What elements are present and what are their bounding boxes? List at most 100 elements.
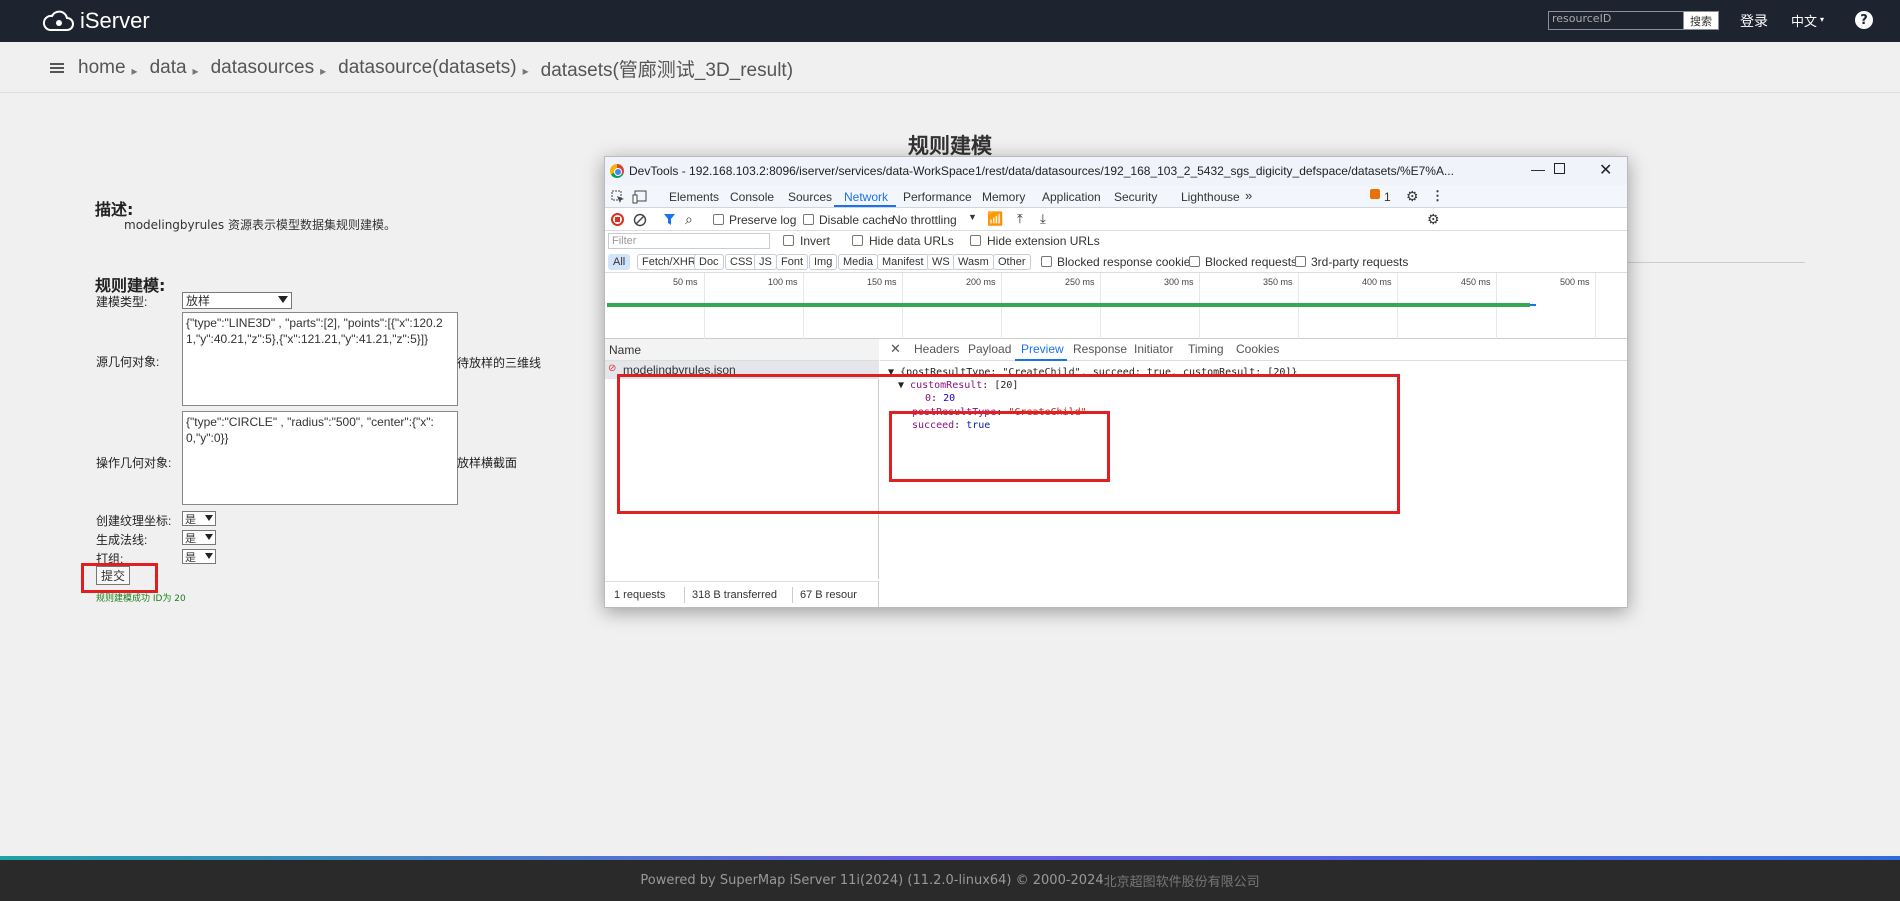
import-har-icon[interactable]: ⤒	[1017, 211, 1023, 227]
type-img[interactable]: Img	[809, 254, 838, 270]
dropdown-arrow-icon	[205, 534, 213, 540]
tab-application[interactable]: Application	[1042, 190, 1101, 204]
timeline-tick-label: 450 ms	[1461, 277, 1491, 287]
more-tabs-icon[interactable]: »	[1245, 188, 1252, 203]
filter-input[interactable]: Filter	[608, 233, 770, 249]
detail-tab-preview[interactable]: Preview	[1021, 342, 1064, 356]
type-media[interactable]: Media	[838, 254, 878, 270]
generate-normal-label: 生成法线:	[96, 533, 148, 547]
footer-company: 北京超图软件股份有限公司	[1103, 875, 1260, 890]
type-doc[interactable]: Doc	[694, 254, 724, 270]
third-party-checkbox[interactable]	[1295, 256, 1306, 267]
filter-funnel-icon[interactable]	[663, 213, 676, 226]
timeline-tick-label: 300 ms	[1164, 277, 1194, 287]
type-other[interactable]: Other	[993, 254, 1031, 270]
devtools-titlebar[interactable]: DevTools - 192.168.103.2:8096/iserver/se…	[605, 157, 1627, 185]
detail-tab-response[interactable]: Response	[1073, 342, 1127, 356]
network-conditions-icon[interactable]: 📶	[987, 211, 1003, 227]
detail-tab-timing[interactable]: Timing	[1188, 342, 1224, 356]
breadcrumb-datasource[interactable]: datasource(datasets)	[338, 57, 517, 79]
maximize-icon[interactable]	[1554, 163, 1565, 174]
minimize-icon[interactable]: —	[1531, 161, 1545, 177]
detail-tab-payload[interactable]: Payload	[968, 342, 1011, 356]
disable-cache-checkbox[interactable]	[803, 214, 814, 225]
request-waterfall-tail	[1530, 304, 1536, 306]
type-all[interactable]: All	[608, 254, 631, 270]
tab-performance[interactable]: Performance	[903, 190, 972, 204]
detail-tab-cookies[interactable]: Cookies	[1236, 342, 1279, 356]
throttling-select[interactable]: No throttling	[892, 213, 957, 227]
search-icon[interactable]: ⌕	[685, 211, 693, 228]
tab-network[interactable]: Network	[844, 190, 888, 204]
clear-icon[interactable]	[633, 213, 647, 227]
help-icon[interactable]: ?	[1855, 11, 1873, 29]
device-toolbar-icon[interactable]	[632, 190, 647, 204]
type-font[interactable]: Font	[776, 254, 809, 270]
hide-extension-urls-checkbox[interactable]	[970, 235, 981, 246]
status-separator	[684, 587, 685, 603]
more-options-icon[interactable]: ⋮	[1431, 188, 1444, 204]
timeline-tick-label: 200 ms	[966, 277, 996, 287]
cloud-logo-icon	[42, 10, 74, 31]
chrome-icon	[610, 164, 624, 178]
type-ws[interactable]: WS	[927, 254, 955, 270]
record-stop-icon[interactable]	[611, 213, 624, 226]
group-select[interactable]: 是	[182, 549, 216, 564]
tab-security[interactable]: Security	[1114, 190, 1157, 204]
model-type-select[interactable]: 放样	[182, 292, 292, 309]
breadcrumb-separator-icon: ▸	[192, 64, 199, 78]
type-css[interactable]: CSS	[725, 254, 758, 270]
breadcrumb-data[interactable]: data	[150, 57, 187, 79]
disable-cache-label: Disable cache	[819, 213, 895, 227]
detail-tab-headers[interactable]: Headers	[914, 342, 959, 356]
login-link[interactable]: 登录	[1740, 11, 1768, 31]
breadcrumb-home[interactable]: home	[78, 57, 126, 79]
type-wasm[interactable]: Wasm	[953, 254, 994, 270]
detail-tab-initiator[interactable]: Initiator	[1134, 342, 1173, 356]
resources-size: 67 B resour	[800, 589, 857, 601]
tab-lighthouse[interactable]: Lighthouse	[1181, 190, 1240, 204]
name-column-header[interactable]: Name	[605, 339, 879, 361]
type-js[interactable]: JS	[754, 254, 777, 270]
source-geometry-label: 源几何对象:	[96, 355, 160, 369]
issues-flag-icon[interactable]	[1370, 189, 1380, 199]
issues-count[interactable]: 1	[1384, 190, 1391, 204]
network-overview-timeline[interactable]: 50 ms 100 ms 150 ms 200 ms 250 ms 300 ms…	[605, 273, 1627, 339]
iserver-logo[interactable]: iServer	[42, 6, 150, 36]
third-party-label: 3rd-party requests	[1311, 255, 1409, 269]
tab-memory[interactable]: Memory	[982, 190, 1025, 204]
network-settings-gear-icon[interactable]: ⚙	[1427, 211, 1440, 228]
type-fetch-xhr[interactable]: Fetch/XHR	[637, 254, 701, 270]
generate-normal-select[interactable]: 是	[182, 530, 216, 545]
preserve-log-checkbox[interactable]	[713, 214, 724, 225]
texture-coordinate-label: 创建纹理坐标:	[96, 514, 172, 528]
operate-geometry-textarea[interactable]: {"type":"CIRCLE" , "radius":"500", "cent…	[182, 411, 458, 505]
search-button[interactable]: 搜索	[1683, 11, 1719, 30]
settings-gear-icon[interactable]: ⚙	[1406, 188, 1419, 205]
breadcrumb-separator-icon: ▸	[522, 64, 529, 78]
breadcrumb-datasets[interactable]: datasets(管廊测试_3D_result)	[541, 55, 793, 82]
tab-console[interactable]: Console	[730, 190, 774, 204]
top-navbar: iServer resourceID 搜索 登录 中文 ▾ ?	[0, 0, 1900, 42]
type-manifest[interactable]: Manifest	[877, 254, 929, 270]
hide-data-urls-checkbox[interactable]	[852, 235, 863, 246]
source-geometry-textarea[interactable]: {"type":"LINE3D" , "parts":[2], "points"…	[182, 312, 458, 406]
breadcrumb-separator-icon: ▸	[131, 64, 138, 78]
export-har-icon[interactable]: ⤓	[1040, 211, 1046, 227]
texture-coordinate-select[interactable]: 是	[182, 511, 216, 526]
breadcrumb-datasources[interactable]: datasources	[211, 57, 315, 79]
blocked-cookies-checkbox[interactable]	[1041, 256, 1052, 267]
language-dropdown[interactable]: 中文 ▾	[1791, 11, 1824, 30]
tab-sources[interactable]: Sources	[788, 190, 832, 204]
filter-bar: Filter Invert Hide data URLs Hide extens…	[605, 231, 1627, 251]
invert-label: Invert	[800, 234, 831, 248]
resource-id-search-input[interactable]: resourceID	[1548, 11, 1684, 30]
dropdown-arrow-icon	[205, 553, 213, 559]
tab-elements[interactable]: Elements	[669, 190, 719, 204]
close-icon[interactable]: ✕	[1599, 160, 1612, 180]
inspect-element-icon[interactable]	[611, 190, 625, 204]
close-detail-icon[interactable]: ✕	[890, 341, 901, 357]
blocked-requests-checkbox[interactable]	[1189, 256, 1200, 267]
invert-checkbox[interactable]	[783, 235, 794, 246]
status-separator	[792, 587, 793, 603]
